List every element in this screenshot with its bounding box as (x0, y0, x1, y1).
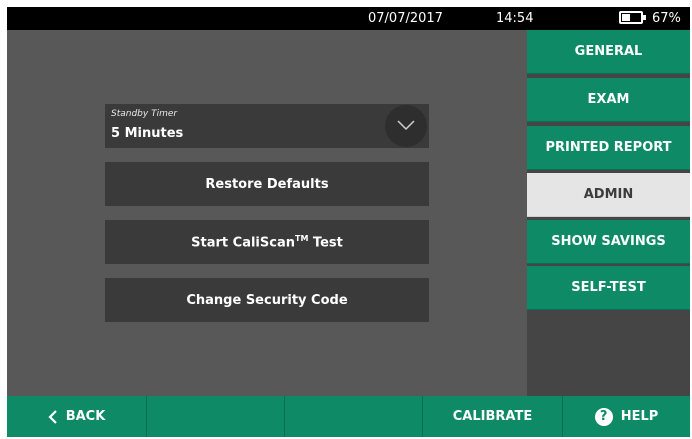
tab-exam[interactable]: EXAM (527, 78, 690, 122)
restore-defaults-label: Restore Defaults (205, 176, 329, 192)
side-menu: GENERAL EXAM PRINTED REPORT ADMIN SHOW S… (527, 30, 690, 396)
caliscan-label: Start CaliScanTM Test (191, 233, 343, 251)
standby-timer-select[interactable]: Standby Timer 5 Minutes (105, 104, 429, 148)
restore-defaults-button[interactable]: Restore Defaults (105, 162, 429, 206)
calibrate-button[interactable]: CALIBRATE (423, 396, 563, 437)
bottom-bar: BACK CALIBRATE ? HELP (7, 396, 690, 437)
change-security-code-label: Change Security Code (186, 292, 348, 308)
battery-icon (619, 11, 646, 24)
device-screen: 07/07/2017 14:54 67% Standby Timer 5 Min… (7, 7, 690, 437)
help-label: HELP (620, 409, 659, 424)
back-label: BACK (65, 409, 106, 424)
standby-timer-label: Standby Timer (111, 109, 178, 119)
calibrate-label: CALIBRATE (452, 409, 533, 424)
status-date: 07/07/2017 (368, 11, 443, 26)
help-icon: ? (594, 407, 613, 426)
help-button[interactable]: ? HELP (563, 396, 690, 437)
tab-admin[interactable]: ADMIN (527, 173, 690, 217)
battery-level: 67% (652, 11, 681, 26)
status-bar: 07/07/2017 14:54 67% (7, 7, 690, 30)
bottom-empty-slot-1 (147, 396, 285, 437)
chevron-down-icon[interactable] (385, 105, 427, 147)
standby-timer-value: 5 Minutes (111, 126, 184, 141)
tab-self-test[interactable]: SELF-TEST (527, 266, 690, 310)
tab-general[interactable]: GENERAL (527, 30, 690, 74)
change-security-code-button[interactable]: Change Security Code (105, 278, 429, 322)
back-button[interactable]: BACK (7, 396, 147, 437)
bottom-empty-slot-2 (285, 396, 423, 437)
status-time: 14:54 (496, 11, 534, 26)
chevron-left-icon (48, 409, 58, 424)
tab-show-savings[interactable]: SHOW SAVINGS (527, 220, 690, 264)
start-caliscan-test-button[interactable]: Start CaliScanTM Test (105, 220, 429, 264)
tab-printed-report[interactable]: PRINTED REPORT (527, 126, 690, 170)
